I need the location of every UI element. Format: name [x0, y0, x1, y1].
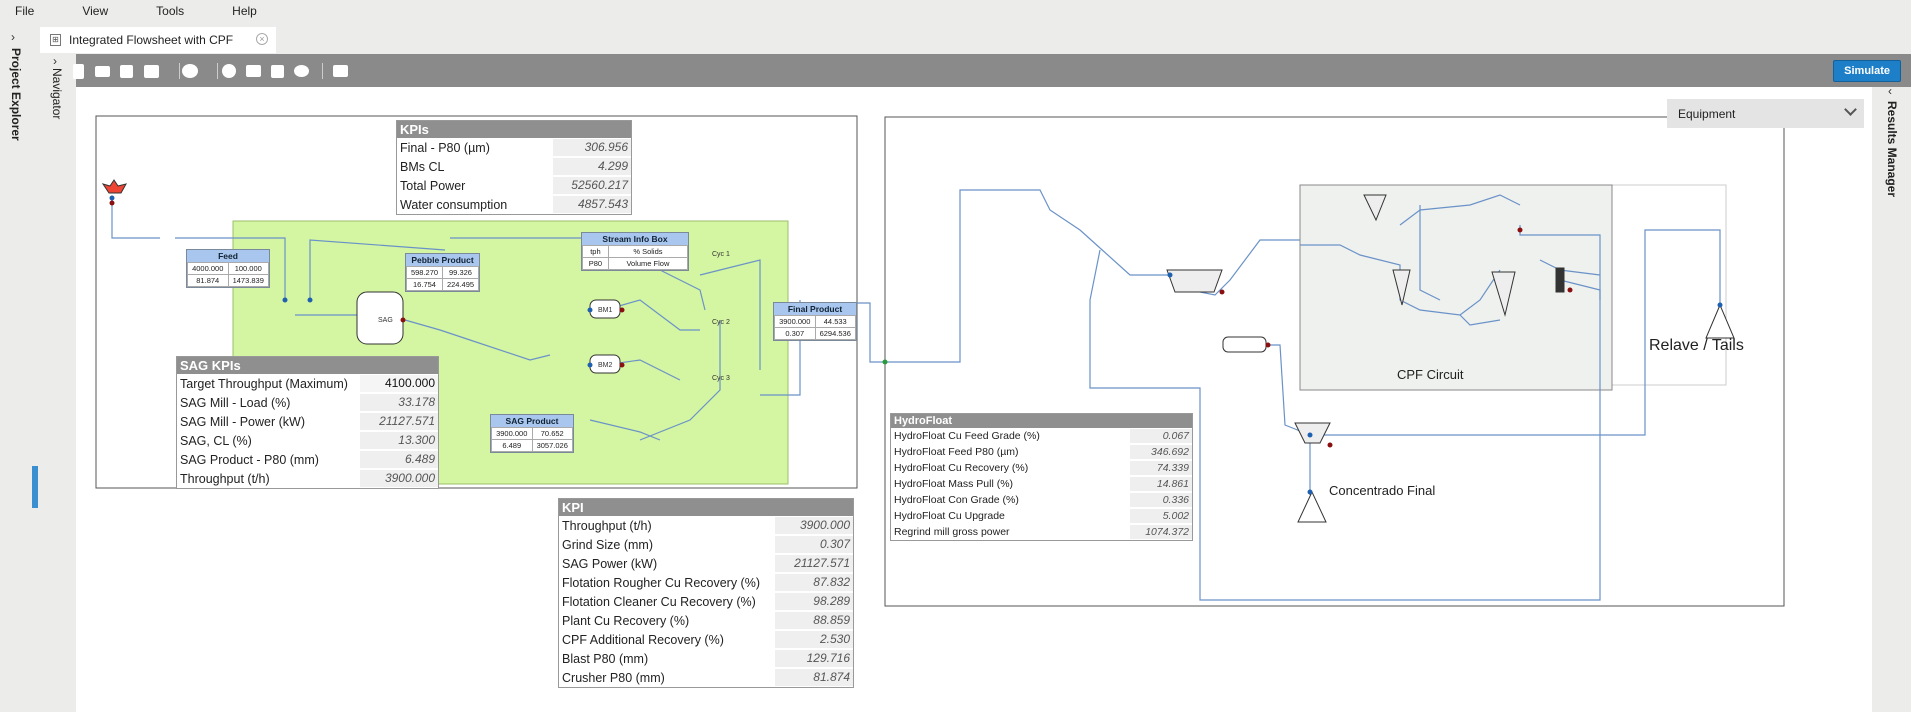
regrind-mill-icon — [1222, 336, 1267, 353]
regrind-icon — [1555, 267, 1565, 293]
sag-kpis-box[interactable]: SAG KPIs Target Throughput (Maximum) 4100… — [176, 356, 439, 489]
sag-label: SAG — [378, 317, 393, 324]
hydrofloat-box[interactable]: HydroFloat HydroFloat Cu Feed Grade (%) 0… — [890, 413, 1193, 541]
kpis-title: KPIs — [397, 121, 631, 138]
cyc1-label: Cyc 1 — [712, 251, 730, 258]
stream-box-pebble[interactable]: Pebble Product 598.270 99.326 16.754 224.49… — [405, 253, 480, 292]
stream-title: Final Product — [774, 303, 856, 315]
stream-box-feed[interactable]: Feed 4000.000 100.000 81.874 1473.839 — [186, 249, 270, 288]
bm2-label: BM2 — [598, 362, 613, 369]
concentrado-final-label: Concentrado Final — [1329, 483, 1436, 498]
kpi-box[interactable]: KPI Throughput (t/h) 3900.000 Grind Size … — [558, 498, 854, 688]
cyc3-label: Cyc 3 — [712, 375, 730, 382]
stream-title: Stream Info Box — [582, 233, 688, 245]
cpf-circuit-label: CPF Circuit — [1397, 367, 1464, 382]
concentrate-cell-icon — [1294, 422, 1331, 444]
cpf-circuit-area — [1299, 184, 1613, 391]
cyc2-label: Cyc 2 — [712, 319, 730, 326]
stream-title: SAG Product — [491, 415, 573, 427]
stream-info-box[interactable]: Stream Info Box tph% Solids P80 Volume Flo… — [581, 232, 689, 271]
feed-source-icon — [101, 179, 127, 194]
sag-kpis-title: SAG KPIs — [177, 357, 438, 374]
flotation-cell-icon — [1166, 269, 1223, 293]
tails-triangle-icon — [1705, 303, 1735, 339]
equipment-dropdown-value: Equipment — [1678, 106, 1736, 121]
chevron-down-icon[interactable] — [1844, 103, 1857, 116]
stream-box-sag-product[interactable]: SAG Product 3900.000 70.652 6.489 3057.026 — [490, 414, 574, 453]
bm1-label: BM1 — [598, 307, 613, 314]
kpis-box[interactable]: KPIs Final - P80 (µm) 306.956 BMs CL 4.299… — [396, 120, 632, 215]
kpi-title: KPI — [559, 499, 853, 516]
equipment-dropdown[interactable]: Equipment — [1667, 99, 1864, 128]
stream-box-final-product[interactable]: Final Product 3900.000 44.533 0.307 6294.53… — [773, 302, 857, 341]
concentrate-triangle-icon — [1297, 490, 1327, 523]
stream-title: Pebble Product — [406, 254, 479, 266]
hydrofloat-title: HydroFloat — [891, 414, 1192, 428]
stream-title: Feed — [187, 250, 269, 262]
relave-tails-label: Relave / Tails — [1649, 337, 1744, 354]
